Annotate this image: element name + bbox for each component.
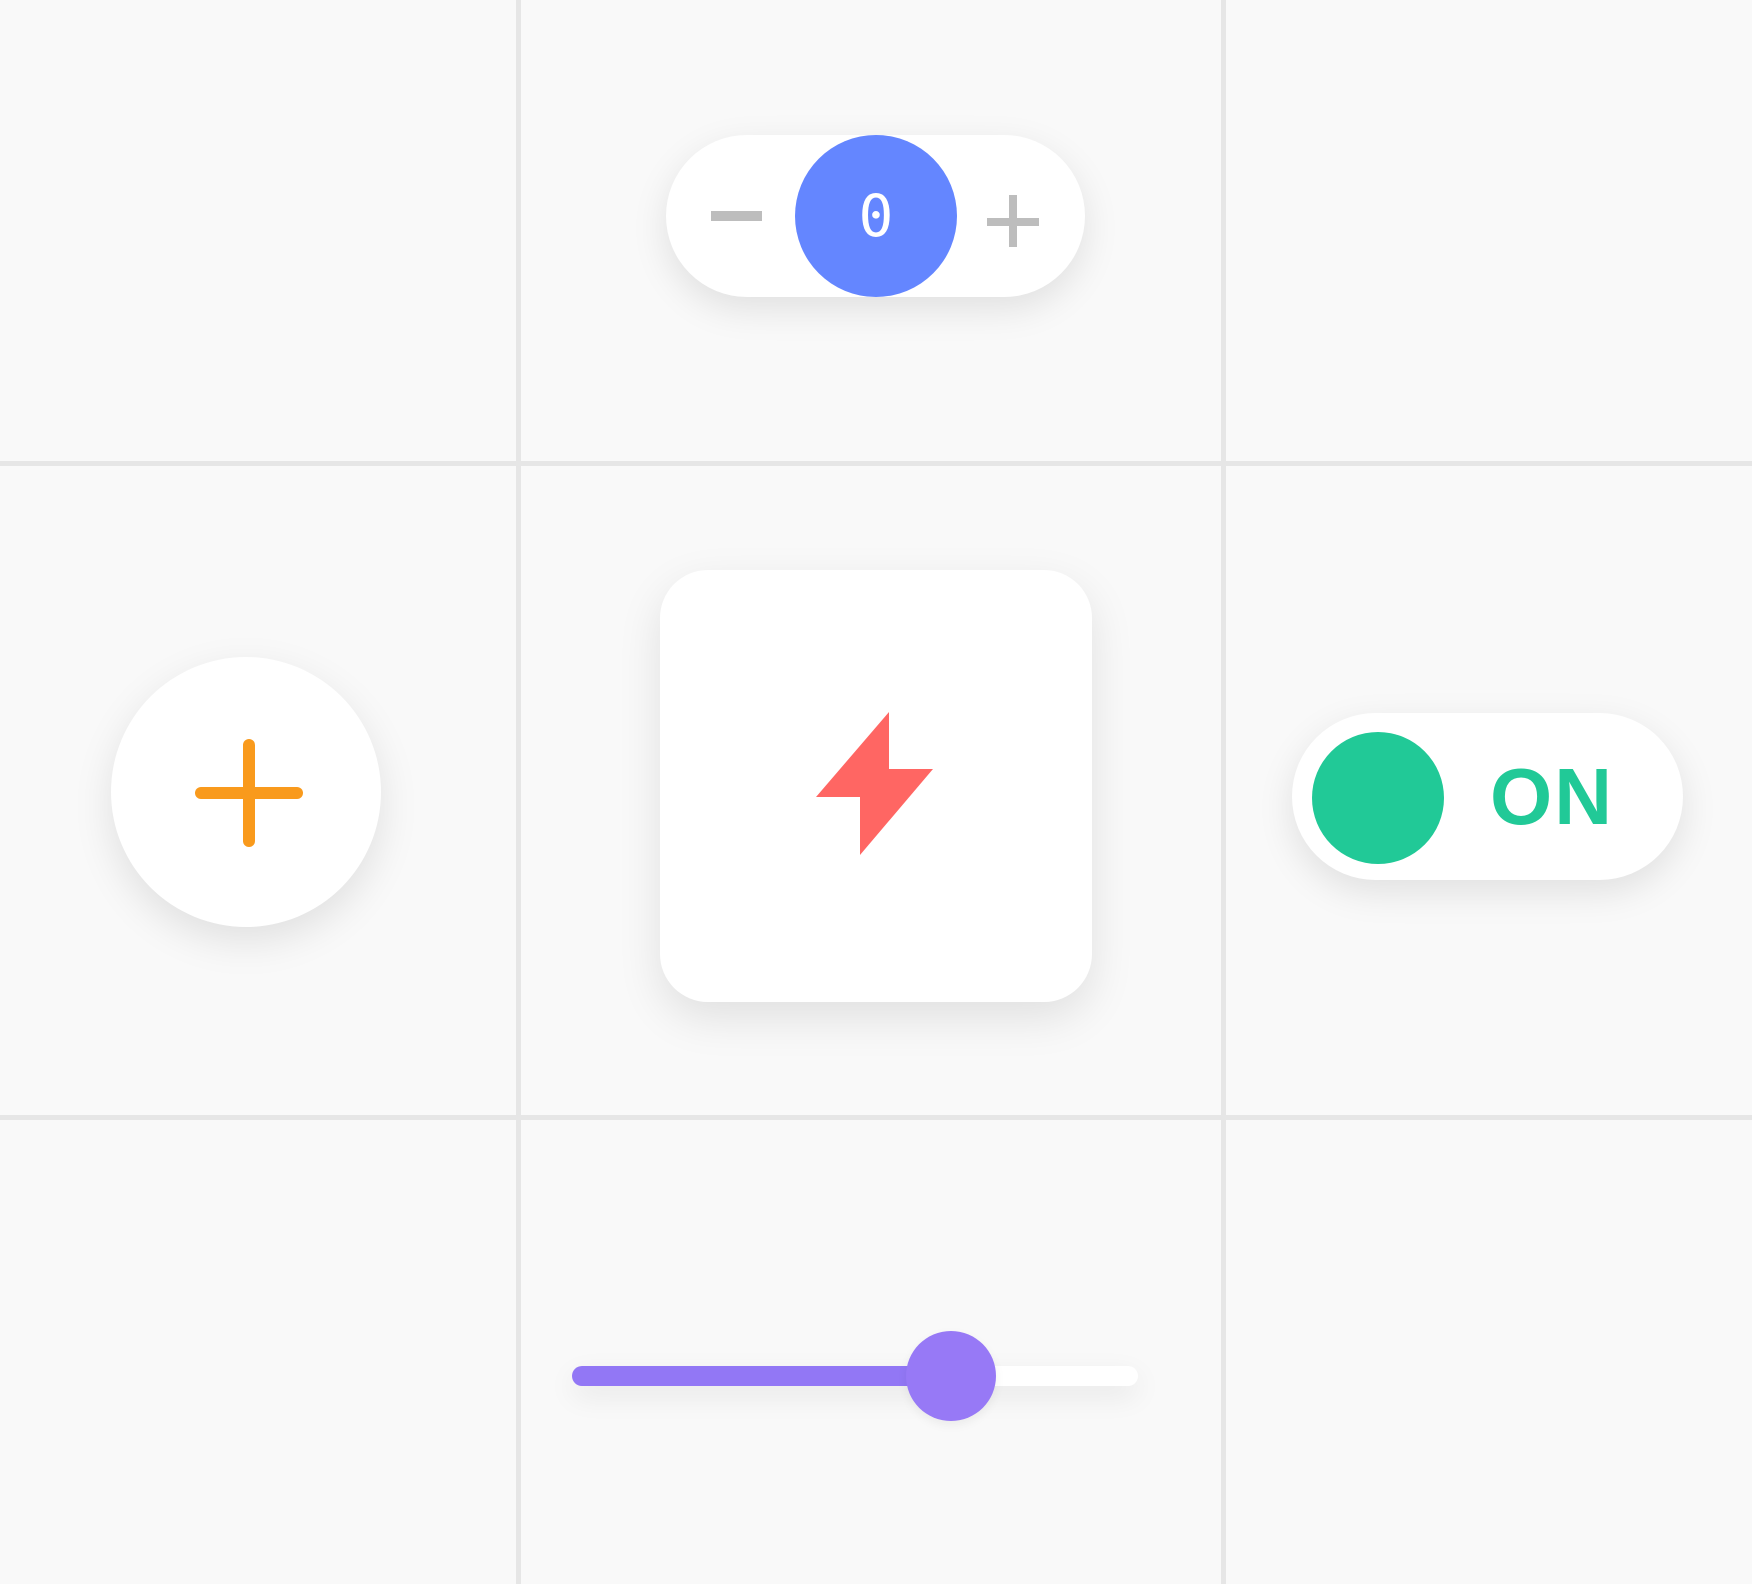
bolt-icon xyxy=(816,712,933,855)
plus-icon-vertical xyxy=(1009,195,1017,247)
toggle-knob xyxy=(1312,732,1444,864)
grid-line-vertical-1 xyxy=(516,0,521,1584)
plus-icon xyxy=(195,739,303,847)
grid-line-horizontal-1 xyxy=(0,461,1752,466)
bolt-card[interactable] xyxy=(660,570,1092,1002)
counter-value: 0 xyxy=(795,135,957,297)
increment-button[interactable] xyxy=(987,195,1039,247)
value-slider[interactable] xyxy=(572,1331,1138,1421)
grid-line-horizontal-2 xyxy=(0,1115,1752,1120)
add-button[interactable] xyxy=(111,657,381,927)
counter-stepper: 0 xyxy=(666,135,1085,297)
minus-icon xyxy=(711,211,762,221)
grid-line-vertical-2 xyxy=(1221,0,1226,1584)
slider-thumb[interactable] xyxy=(906,1331,997,1421)
toggle-state-label: ON xyxy=(1490,752,1614,841)
slider-fill xyxy=(572,1366,952,1386)
power-toggle[interactable]: ON xyxy=(1292,713,1683,880)
